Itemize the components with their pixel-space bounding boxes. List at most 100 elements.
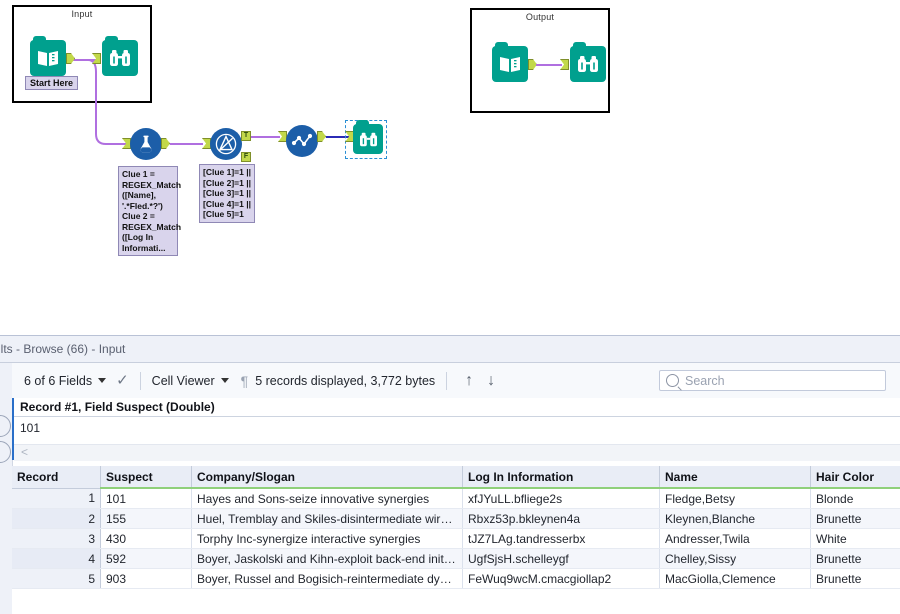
record-status: 5 records displayed, 3,772 bytes [255, 374, 435, 388]
column-header-name[interactable]: Name [660, 466, 811, 488]
book-icon [30, 40, 66, 76]
cell-viewer-prev-button[interactable]: < [14, 444, 900, 461]
fields-selector[interactable]: 6 of 6 Fields [24, 374, 106, 388]
table-header-row: Record Suspect Company/Slogan Log In Inf… [12, 466, 900, 488]
cell-login: Rbxz53p.bkleynen4a [463, 509, 660, 529]
funnel-icon [215, 133, 237, 155]
cell-login: xfJYuLL.bfliege2s [463, 488, 660, 509]
table-row[interactable]: 1 101 Hayes and Sons-seize innovative sy… [12, 488, 900, 509]
cell-hair-color: Blonde [811, 488, 900, 509]
cell-company: Hayes and Sons-seize innovative synergie… [192, 488, 463, 509]
annotation-line: [Clue 5]=1 [203, 209, 251, 220]
cell-record: 1 [12, 488, 101, 509]
formula-annotation[interactable]: Clue 1 = REGEX_Match ([Name], '.*Fled.*?… [118, 166, 178, 256]
flask-icon [136, 134, 156, 154]
results-panel[interactable]: ults - Browse (66) - Input 6 of 6 Fields… [0, 335, 900, 614]
wire-formula-to-filter [170, 143, 203, 145]
browse-tool-selected[interactable] [353, 124, 383, 154]
toolbar-divider [140, 372, 141, 390]
toolbar-divider [446, 372, 447, 390]
filter-false-anchor[interactable]: F [241, 152, 251, 162]
nav-up-button[interactable]: ↑ [465, 373, 473, 389]
cell-login: tJZ7LAg.tandresserbx [463, 529, 660, 549]
start-here-label: Start Here [25, 76, 78, 90]
cell-hair-color: Brunette [811, 569, 900, 589]
view-mode-selector[interactable]: Cell Viewer [152, 374, 229, 388]
view-mode-label: Cell Viewer [152, 374, 215, 388]
line-chart-icon [291, 132, 313, 150]
output-data-tool[interactable] [492, 46, 528, 82]
chevron-down-icon [221, 378, 229, 383]
column-header-suspect[interactable]: Suspect [101, 466, 192, 488]
cell-hair-color: White [811, 529, 900, 549]
check-icon[interactable]: ✓ [116, 373, 129, 388]
cell-name: Kleynen,Blanche [660, 509, 811, 529]
table-row[interactable]: 4 592 Boyer, Jaskolski and Kihn-exploit … [12, 549, 900, 569]
gutter-button-bottom[interactable] [0, 441, 11, 463]
column-header-hair-color[interactable]: Hair Color [811, 466, 900, 488]
column-header-login[interactable]: Log In Information [463, 466, 660, 488]
container-output-title: Output [472, 12, 608, 22]
annotation-line: REGEX_Match [122, 222, 174, 233]
cell-hair-color: Brunette [811, 509, 900, 529]
anchor-out-sort[interactable] [317, 131, 326, 142]
wire-filter-to-sort [251, 136, 280, 138]
annotation-line: Informati... [122, 243, 174, 254]
column-header-company[interactable]: Company/Slogan [192, 466, 463, 488]
workflow-canvas[interactable]: Input Output [0, 0, 900, 335]
cell-hair-color: Brunette [811, 549, 900, 569]
table-row[interactable]: 5 903 Boyer, Russel and Bogisich-reinter… [12, 569, 900, 589]
cell-record: 2 [12, 509, 101, 529]
data-grid[interactable]: Record Suspect Company/Slogan Log In Inf… [12, 466, 900, 614]
annotation-line: '.*Fled.*?') [122, 201, 174, 212]
cell-company: Boyer, Jaskolski and Kihn-exploit back-e… [192, 549, 463, 569]
browse-tool-output[interactable] [570, 46, 606, 82]
anchor-out-formula[interactable] [161, 138, 170, 149]
annotation-line: ([Log In [122, 232, 174, 243]
cell-suspect: 592 [101, 549, 192, 569]
filter-true-anchor[interactable]: T [241, 131, 251, 141]
cell-suspect: 155 [101, 509, 192, 529]
annotation-line: [Clue 4]=1 || [203, 199, 251, 210]
cell-name: Chelley,Sissy [660, 549, 811, 569]
nav-down-button[interactable]: ↓ [487, 373, 495, 389]
cell-suspect: 430 [101, 529, 192, 549]
annotation-line: [Clue 1]=1 || [203, 167, 251, 178]
table-row[interactable]: 3 430 Torphy Inc-synergize interactive s… [12, 529, 900, 549]
results-titlebar[interactable]: ults - Browse (66) - Input [0, 336, 900, 362]
input-data-tool[interactable] [30, 40, 66, 76]
browse-tool-input[interactable] [102, 40, 138, 76]
binoculars-icon [102, 40, 138, 76]
wire-output-to-browse [536, 64, 562, 66]
cell-name: Andresser,Twila [660, 529, 811, 549]
search-icon [666, 374, 679, 387]
cell-company: Torphy Inc-synergize interactive synergi… [192, 529, 463, 549]
results-body: 6 of 6 Fields ✓ Cell Viewer ¶ 5 records … [0, 362, 900, 614]
cell-suspect: 101 [101, 488, 192, 509]
cell-record: 3 [12, 529, 101, 549]
cell-suspect: 903 [101, 569, 192, 589]
search-input[interactable]: Search [659, 370, 886, 391]
pilcrow-icon[interactable]: ¶ [241, 373, 249, 389]
annotation-line: Clue 2 = [122, 211, 174, 222]
column-header-record[interactable]: Record [12, 466, 101, 488]
results-toolbar[interactable]: 6 of 6 Fields ✓ Cell Viewer ¶ 5 records … [12, 363, 900, 399]
container-input-title: Input [14, 9, 150, 19]
annotation-line: ([Name], [122, 190, 174, 201]
annotation-line: [Clue 2]=1 || [203, 178, 251, 189]
sort-tool[interactable] [286, 125, 318, 157]
cell-record: 4 [12, 549, 101, 569]
cell-name: MacGiolla,Clemence [660, 569, 811, 589]
gutter-button-top[interactable] [0, 415, 11, 437]
binoculars-icon [353, 124, 383, 154]
results-title: ults - Browse (66) - Input [0, 342, 125, 356]
filter-annotation[interactable]: [Clue 1]=1 || [Clue 2]=1 || [Clue 3]=1 |… [199, 164, 255, 223]
filter-tool[interactable] [210, 128, 242, 160]
fields-label: 6 of 6 Fields [24, 374, 92, 388]
table-row[interactable]: 2 155 Huel, Tremblay and Skiles-disinter… [12, 509, 900, 529]
search-placeholder: Search [685, 374, 725, 388]
cell-viewer-panel[interactable]: Record #1, Field Suspect (Double) 101 < [12, 398, 900, 460]
cell-company: Huel, Tremblay and Skiles-disintermediat… [192, 509, 463, 529]
cell-viewer-header: Record #1, Field Suspect (Double) [14, 398, 900, 417]
formula-tool[interactable] [130, 128, 162, 160]
